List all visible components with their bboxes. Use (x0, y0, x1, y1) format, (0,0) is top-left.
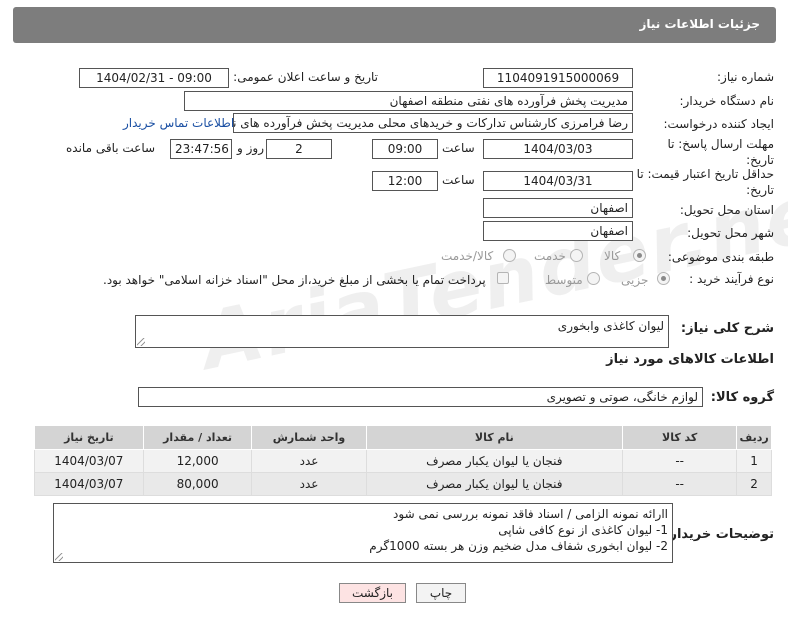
cell-unit: عدد (251, 449, 367, 473)
price-validity-label: حداقل تاریخ اعتبار قیمت: تا تاریخ: (636, 167, 774, 197)
cell-item-code: -- (622, 449, 738, 473)
cell-quantity: 80,000 (142, 472, 253, 496)
need-number-label: شماره نیاز: (717, 70, 774, 84)
category-label: طبقه بندی موضوعی: (667, 250, 774, 264)
print-button[interactable]: چاپ (416, 583, 466, 603)
province-field[interactable]: اصفهان (483, 198, 633, 218)
province-label: استان محل تحویل: (679, 203, 774, 217)
deadline-date-field[interactable]: 1404/03/03 (483, 139, 633, 159)
city-field[interactable]: اصفهان (483, 221, 633, 241)
category-option-service: خدمت (534, 249, 566, 263)
cell-unit: عدد (251, 472, 367, 496)
buyer-notes-line: 2- لیوان ابخوری شفاف مدل ضخیم وزن هر بست… (369, 539, 668, 553)
buyer-notes-label: توضیحات خریدار: (664, 527, 774, 542)
days-word: روز و (237, 141, 264, 155)
buyer-notes-textarea[interactable]: اارائه نمونه الزامی / اسناد فاقد نمونه ب… (53, 503, 673, 563)
col-header-item-name: نام کالا (365, 425, 624, 450)
deadline-time-word: ساعت (442, 141, 475, 155)
items-table: ردیف کد کالا نام کالا واحد شمارش تعداد /… (34, 425, 772, 496)
process-option-medium: متوسط (545, 273, 583, 287)
table-header-row: ردیف کد کالا نام کالا واحد شمارش تعداد /… (34, 425, 772, 450)
price-validity-time-word: ساعت (442, 173, 475, 187)
watermark-logo: AriaTender.neT (193, 157, 788, 388)
cell-need-date: 1404/03/07 (34, 449, 144, 473)
cell-row-number: 2 (736, 472, 772, 496)
process-radio-medium[interactable] (587, 272, 600, 285)
cell-need-date: 1404/03/07 (34, 472, 144, 496)
col-header-row-number: ردیف (736, 425, 772, 450)
announce-date-field[interactable]: 1404/02/31 - 09:00 (79, 68, 229, 88)
process-option-minor: جزیی (621, 273, 649, 287)
creator-field[interactable]: رضا فرامرزی کارشناس تدارکات و خریدهای مح… (233, 113, 633, 133)
need-number-field[interactable]: 1104091915000069 (483, 68, 633, 88)
buyer-contact-link[interactable]: اطلاعات تماس خریدار (123, 116, 234, 130)
price-validity-date-field[interactable]: 1404/03/31 (483, 171, 633, 191)
treasury-payment-note: پرداخت تمام یا بخشی از مبلغ خرید،از محل … (103, 273, 486, 287)
remaining-time-field[interactable]: 23:47:56 (170, 139, 232, 159)
creator-label: ایجاد کننده درخواست: (663, 117, 774, 131)
table-row: 2 -- فنجان یا لیوان یکبار مصرف عدد 80,00… (34, 472, 772, 496)
cell-item-name: فنجان یا لیوان یکبار مصرف (365, 449, 624, 473)
goods-info-title: اطلاعات کالاهای مورد نیاز (606, 352, 774, 367)
resize-grip-icon[interactable] (55, 553, 63, 561)
back-button[interactable]: بازگشت (339, 583, 406, 603)
col-header-quantity: تعداد / مقدار (142, 425, 253, 450)
cell-row-number: 1 (736, 449, 772, 473)
category-radio-both[interactable] (503, 249, 516, 262)
goods-group-field[interactable]: لوازم خانگی، صوتی و تصویری (138, 387, 703, 407)
table-row: 1 -- فنجان یا لیوان یکبار مصرف عدد 12,00… (34, 449, 772, 473)
description-textarea[interactable]: لیوان کاغذی وابخوری (135, 315, 669, 348)
category-option-goods: کالا (604, 249, 621, 263)
page-title: جزئیات اطلاعات نیاز (639, 17, 760, 31)
announce-date-label: تاریخ و ساعت اعلان عمومی: (233, 70, 378, 84)
buyer-org-field[interactable]: مدیریت پخش فرآورده های نفتی منطقه اصفهان (184, 91, 633, 111)
buyer-notes-line: 1- لیوان کاغذی از نوع کافی شاپی (498, 523, 668, 537)
goods-group-label: گروه کالا: (710, 390, 774, 405)
deadline-time-field[interactable]: 09:00 (372, 139, 438, 159)
buyer-notes-line: اارائه نمونه الزامی / اسناد فاقد نمونه ب… (393, 507, 668, 521)
remaining-label: ساعت باقی مانده (66, 141, 156, 155)
cell-item-name: فنجان یا لیوان یکبار مصرف (365, 472, 624, 496)
days-count-field[interactable]: 2 (266, 139, 332, 159)
header-panel: جزئیات اطلاعات نیاز (13, 7, 776, 43)
description-label: شرح کلی نیاز: (680, 321, 774, 336)
col-header-need-date: تاریخ نیاز (34, 425, 144, 450)
treasury-payment-checkbox[interactable] (497, 272, 509, 284)
process-type-label: نوع فرآیند خرید : (689, 272, 774, 286)
resize-grip-icon[interactable] (137, 338, 145, 346)
city-label: شهر محل تحویل: (687, 226, 774, 240)
price-validity-time-field[interactable]: 12:00 (372, 171, 438, 191)
cell-item-code: -- (622, 472, 738, 496)
col-header-item-code: کد کالا (622, 425, 738, 450)
col-header-unit: واحد شمارش (251, 425, 367, 450)
process-radio-minor[interactable] (657, 272, 670, 285)
category-option-both: کالا/خدمت (441, 249, 494, 263)
buyer-org-label: نام دستگاه خریدار: (679, 94, 775, 108)
deadline-label: مهلت ارسال پاسخ: تا تاریخ: (667, 137, 774, 167)
cell-quantity: 12,000 (142, 449, 253, 473)
category-radio-goods[interactable] (633, 249, 646, 262)
category-radio-service[interactable] (570, 249, 583, 262)
